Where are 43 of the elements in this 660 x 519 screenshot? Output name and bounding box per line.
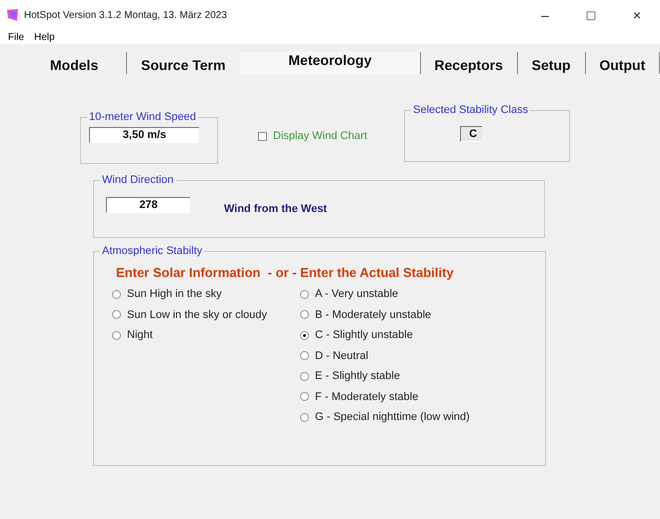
radio-label: E - Slightly stable xyxy=(315,370,400,382)
group-label: Selected Stability Class xyxy=(411,103,530,117)
window-control[interactable]: × xyxy=(614,7,660,23)
menu-item[interactable]: Help xyxy=(34,32,55,42)
radio-button[interactable] xyxy=(300,351,309,360)
radio-label: Sun High in the sky xyxy=(127,288,222,300)
tab[interactable]: Output xyxy=(585,52,660,74)
radio-label: C - Slightly unstable xyxy=(315,329,413,342)
radio-label: Sun Low in the sky or cloudy xyxy=(127,308,268,321)
radio-button[interactable] xyxy=(300,412,309,422)
group-label: Atmospheric Stabilty xyxy=(100,244,204,258)
window-control[interactable]: □ xyxy=(568,7,614,23)
checkbox-label: Display Wind Chart xyxy=(273,130,368,142)
tab[interactable]: Source Term xyxy=(127,52,240,74)
radio-button[interactable] xyxy=(300,330,309,340)
radio-label: B - Moderately unstable xyxy=(315,308,432,321)
radio-button[interactable] xyxy=(112,310,121,320)
wind-speed-field[interactable]: 3,50 m/s xyxy=(89,127,199,143)
radio-label: G - Special nighttime (low wind) xyxy=(315,411,470,424)
radio-button[interactable] xyxy=(300,392,309,402)
wind-description: Wind from the West xyxy=(224,203,327,215)
menu-item[interactable]: File xyxy=(8,32,24,42)
radio-button[interactable] xyxy=(112,290,121,299)
window-control[interactable]: – xyxy=(522,7,568,23)
checkbox[interactable] xyxy=(258,132,267,140)
radio-button[interactable] xyxy=(300,372,309,381)
wind-direction-field[interactable]: 278 xyxy=(106,197,190,213)
radio-label: F - Moderately stable xyxy=(315,390,418,403)
tab[interactable]: Setup xyxy=(518,52,585,74)
radio-button[interactable] xyxy=(300,290,309,299)
radio-button[interactable] xyxy=(112,330,121,340)
app-icon xyxy=(6,8,20,22)
group-label: 10-meter Wind Speed xyxy=(87,110,198,124)
window-title: HotSpot Version 3.1.2 Montag, 13. März 2023 xyxy=(24,10,227,20)
tab[interactable]: Models xyxy=(50,52,126,74)
radio-label: A - Very unstable xyxy=(315,288,398,300)
radio-label: D - Neutral xyxy=(315,350,368,362)
radio-button[interactable] xyxy=(300,310,309,320)
radio-label: Night xyxy=(127,329,153,342)
tab[interactable]: Receptors xyxy=(420,52,517,74)
stability-class-field: C xyxy=(460,126,482,142)
stability-heading: Enter Solar Information - or - Enter the Actual Stability xyxy=(116,265,455,280)
tab[interactable]: Meteorology xyxy=(240,52,420,74)
